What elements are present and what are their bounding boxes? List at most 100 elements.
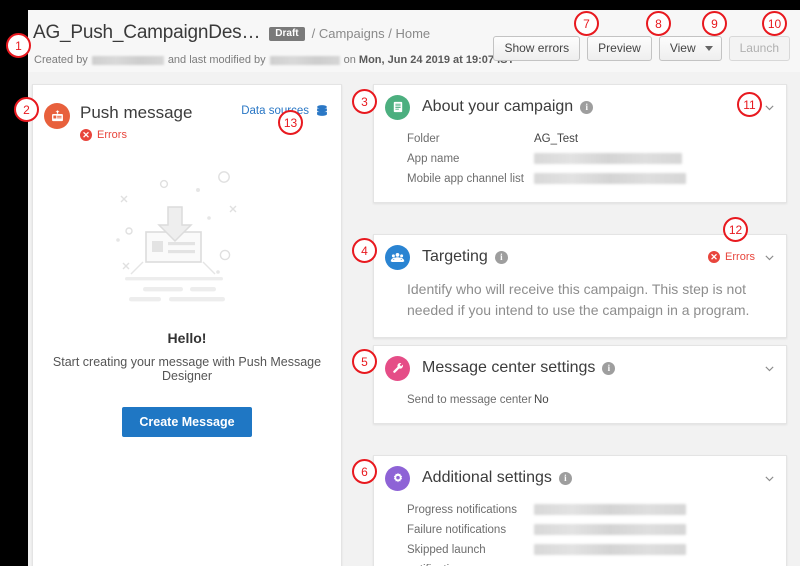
- field-row: Folder AG_Test: [374, 129, 786, 149]
- chevron-down-icon[interactable]: [763, 472, 776, 485]
- redacted-creator-name: [91, 55, 164, 65]
- redacted-modifier-name: [269, 55, 340, 65]
- message-center-body: Send to message center No: [374, 390, 786, 423]
- info-icon[interactable]: i: [580, 100, 594, 114]
- field-label: Send to message center: [407, 394, 532, 406]
- callout-marker-2: 2: [14, 97, 39, 122]
- field-row: App name: [374, 149, 786, 169]
- targeting-header[interactable]: Targeting i ✕ Errors: [374, 235, 786, 279]
- field-row: Send to message center No: [374, 390, 786, 410]
- field-value-redacted: [534, 173, 686, 184]
- preview-button[interactable]: Preview: [587, 36, 652, 61]
- message-center-header[interactable]: Message center settings i: [374, 346, 786, 390]
- field-value-redacted: [534, 544, 686, 555]
- field-value-redacted: [534, 153, 682, 164]
- page-header: AG_Push_CampaignDes… Draft / Campaigns /…: [28, 10, 800, 72]
- document-icon: [385, 94, 410, 120]
- callout-marker-13: 13: [278, 110, 303, 135]
- show-errors-button[interactable]: Show errors: [493, 36, 581, 61]
- field-row: Skipped launch notifications: [374, 540, 786, 566]
- chevron-down-icon[interactable]: [763, 251, 776, 264]
- targeting-errors-label: Errors: [725, 251, 755, 263]
- additional-settings-body: Progress notifications Failure notificat…: [374, 500, 786, 566]
- header-actions: Show errors Preview View Launch: [493, 36, 790, 61]
- push-message-card: Push message ✕ Errors Data sources Hello…: [32, 84, 342, 566]
- empty-state-illustration: [116, 171, 237, 302]
- callout-marker-3: 3: [352, 89, 377, 114]
- callout-marker-1: 1: [6, 33, 31, 58]
- about-campaign-header-actions: [763, 85, 776, 129]
- database-icon: [317, 105, 327, 116]
- push-message-empty-state: Hello! Start creating your message with …: [33, 157, 341, 437]
- create-message-button[interactable]: Create Message: [122, 407, 252, 437]
- push-message-icon: [44, 103, 70, 129]
- errors-label: Errors: [97, 129, 127, 141]
- message-center-header-actions: [763, 346, 776, 390]
- launch-button[interactable]: Launch: [728, 36, 790, 61]
- targeting-title: Targeting: [422, 248, 488, 265]
- field-label: App name: [407, 153, 460, 165]
- callout-marker-8: 8: [646, 11, 671, 36]
- field-label: Folder: [407, 133, 440, 145]
- targeting-errors-badge[interactable]: ✕ Errors: [708, 251, 755, 263]
- chevron-down-icon: [704, 45, 713, 51]
- field-value-redacted: [534, 504, 686, 515]
- page-title: AG_Push_CampaignDes…: [33, 22, 261, 43]
- callout-marker-9: 9: [702, 11, 727, 36]
- info-icon[interactable]: i: [494, 250, 508, 264]
- title-row: AG_Push_CampaignDes… Draft / Campaigns /…: [33, 22, 430, 44]
- additional-settings-panel: Additional settings i Progress notificat…: [373, 455, 787, 566]
- chevron-down-icon[interactable]: [763, 101, 776, 114]
- gear-icon: [385, 465, 410, 491]
- empty-state-heading: Hello!: [167, 330, 207, 346]
- message-center-panel: Message center settings i Send to messag…: [373, 345, 787, 424]
- empty-state-subtext: Start creating your message with Push Me…: [52, 355, 322, 383]
- wrench-icon: [385, 355, 410, 381]
- additional-settings-header[interactable]: Additional settings i: [374, 456, 786, 500]
- info-icon[interactable]: i: [602, 361, 616, 375]
- field-value-redacted: [534, 524, 686, 535]
- field-row: Failure notifications: [374, 520, 786, 540]
- targeting-panel: Targeting i ✕ Errors Identify who will r…: [373, 234, 787, 338]
- meta-on-label: on: [343, 54, 356, 66]
- chevron-down-icon[interactable]: [763, 362, 776, 375]
- field-value: AG_Test: [534, 133, 579, 145]
- view-dropdown-button[interactable]: View: [658, 36, 722, 61]
- callout-marker-4: 4: [352, 238, 377, 263]
- page-body: Push message ✕ Errors Data sources Hello…: [28, 72, 800, 566]
- status-badge: Draft: [269, 27, 305, 41]
- about-campaign-header[interactable]: About your campaign i: [374, 85, 786, 129]
- meta-timestamp: Mon, Jun 24 2019 at 19:07 IST: [358, 54, 515, 66]
- error-icon: ✕: [80, 129, 92, 141]
- campaign-meta: Created by and last modified by on Mon, …: [34, 54, 514, 66]
- about-campaign-title: About your campaign: [422, 98, 574, 115]
- breadcrumb[interactable]: / Campaigns / Home: [312, 26, 431, 41]
- field-label: Mobile app channel list: [407, 173, 524, 185]
- about-campaign-body: Folder AG_Test App name Mobile app chann…: [374, 129, 786, 202]
- screenshot-root: AG_Push_CampaignDes… Draft / Campaigns /…: [0, 0, 800, 566]
- field-row: Progress notifications: [374, 500, 786, 520]
- callout-marker-10: 10: [762, 11, 787, 36]
- message-center-title: Message center settings: [422, 359, 596, 376]
- field-label: Skipped launch notifications: [407, 544, 486, 566]
- field-label: Failure notifications: [407, 524, 507, 536]
- campaign-editor-window: AG_Push_CampaignDes… Draft / Campaigns /…: [28, 10, 800, 566]
- callout-marker-7: 7: [574, 11, 599, 36]
- additional-settings-header-actions: [763, 456, 776, 500]
- callout-marker-6: 6: [352, 459, 377, 484]
- push-message-errors[interactable]: ✕ Errors: [80, 129, 127, 141]
- targeting-header-actions: ✕ Errors: [708, 235, 776, 279]
- field-value: No: [534, 394, 549, 406]
- view-button-label: View: [669, 41, 696, 55]
- meta-modified-by-label: and last modified by: [167, 54, 266, 66]
- meta-created-by-label: Created by: [34, 54, 88, 66]
- info-icon[interactable]: i: [558, 471, 572, 485]
- callout-marker-5: 5: [352, 349, 377, 374]
- settings-column: About your campaign i Folder AG_Test App…: [369, 72, 796, 566]
- about-campaign-panel: About your campaign i Folder AG_Test App…: [373, 84, 787, 203]
- additional-settings-title: Additional settings: [422, 469, 552, 486]
- callout-marker-12: 12: [723, 217, 748, 242]
- callout-marker-11: 11: [737, 92, 762, 117]
- field-label: Progress notifications: [407, 504, 517, 516]
- error-icon: ✕: [708, 251, 721, 263]
